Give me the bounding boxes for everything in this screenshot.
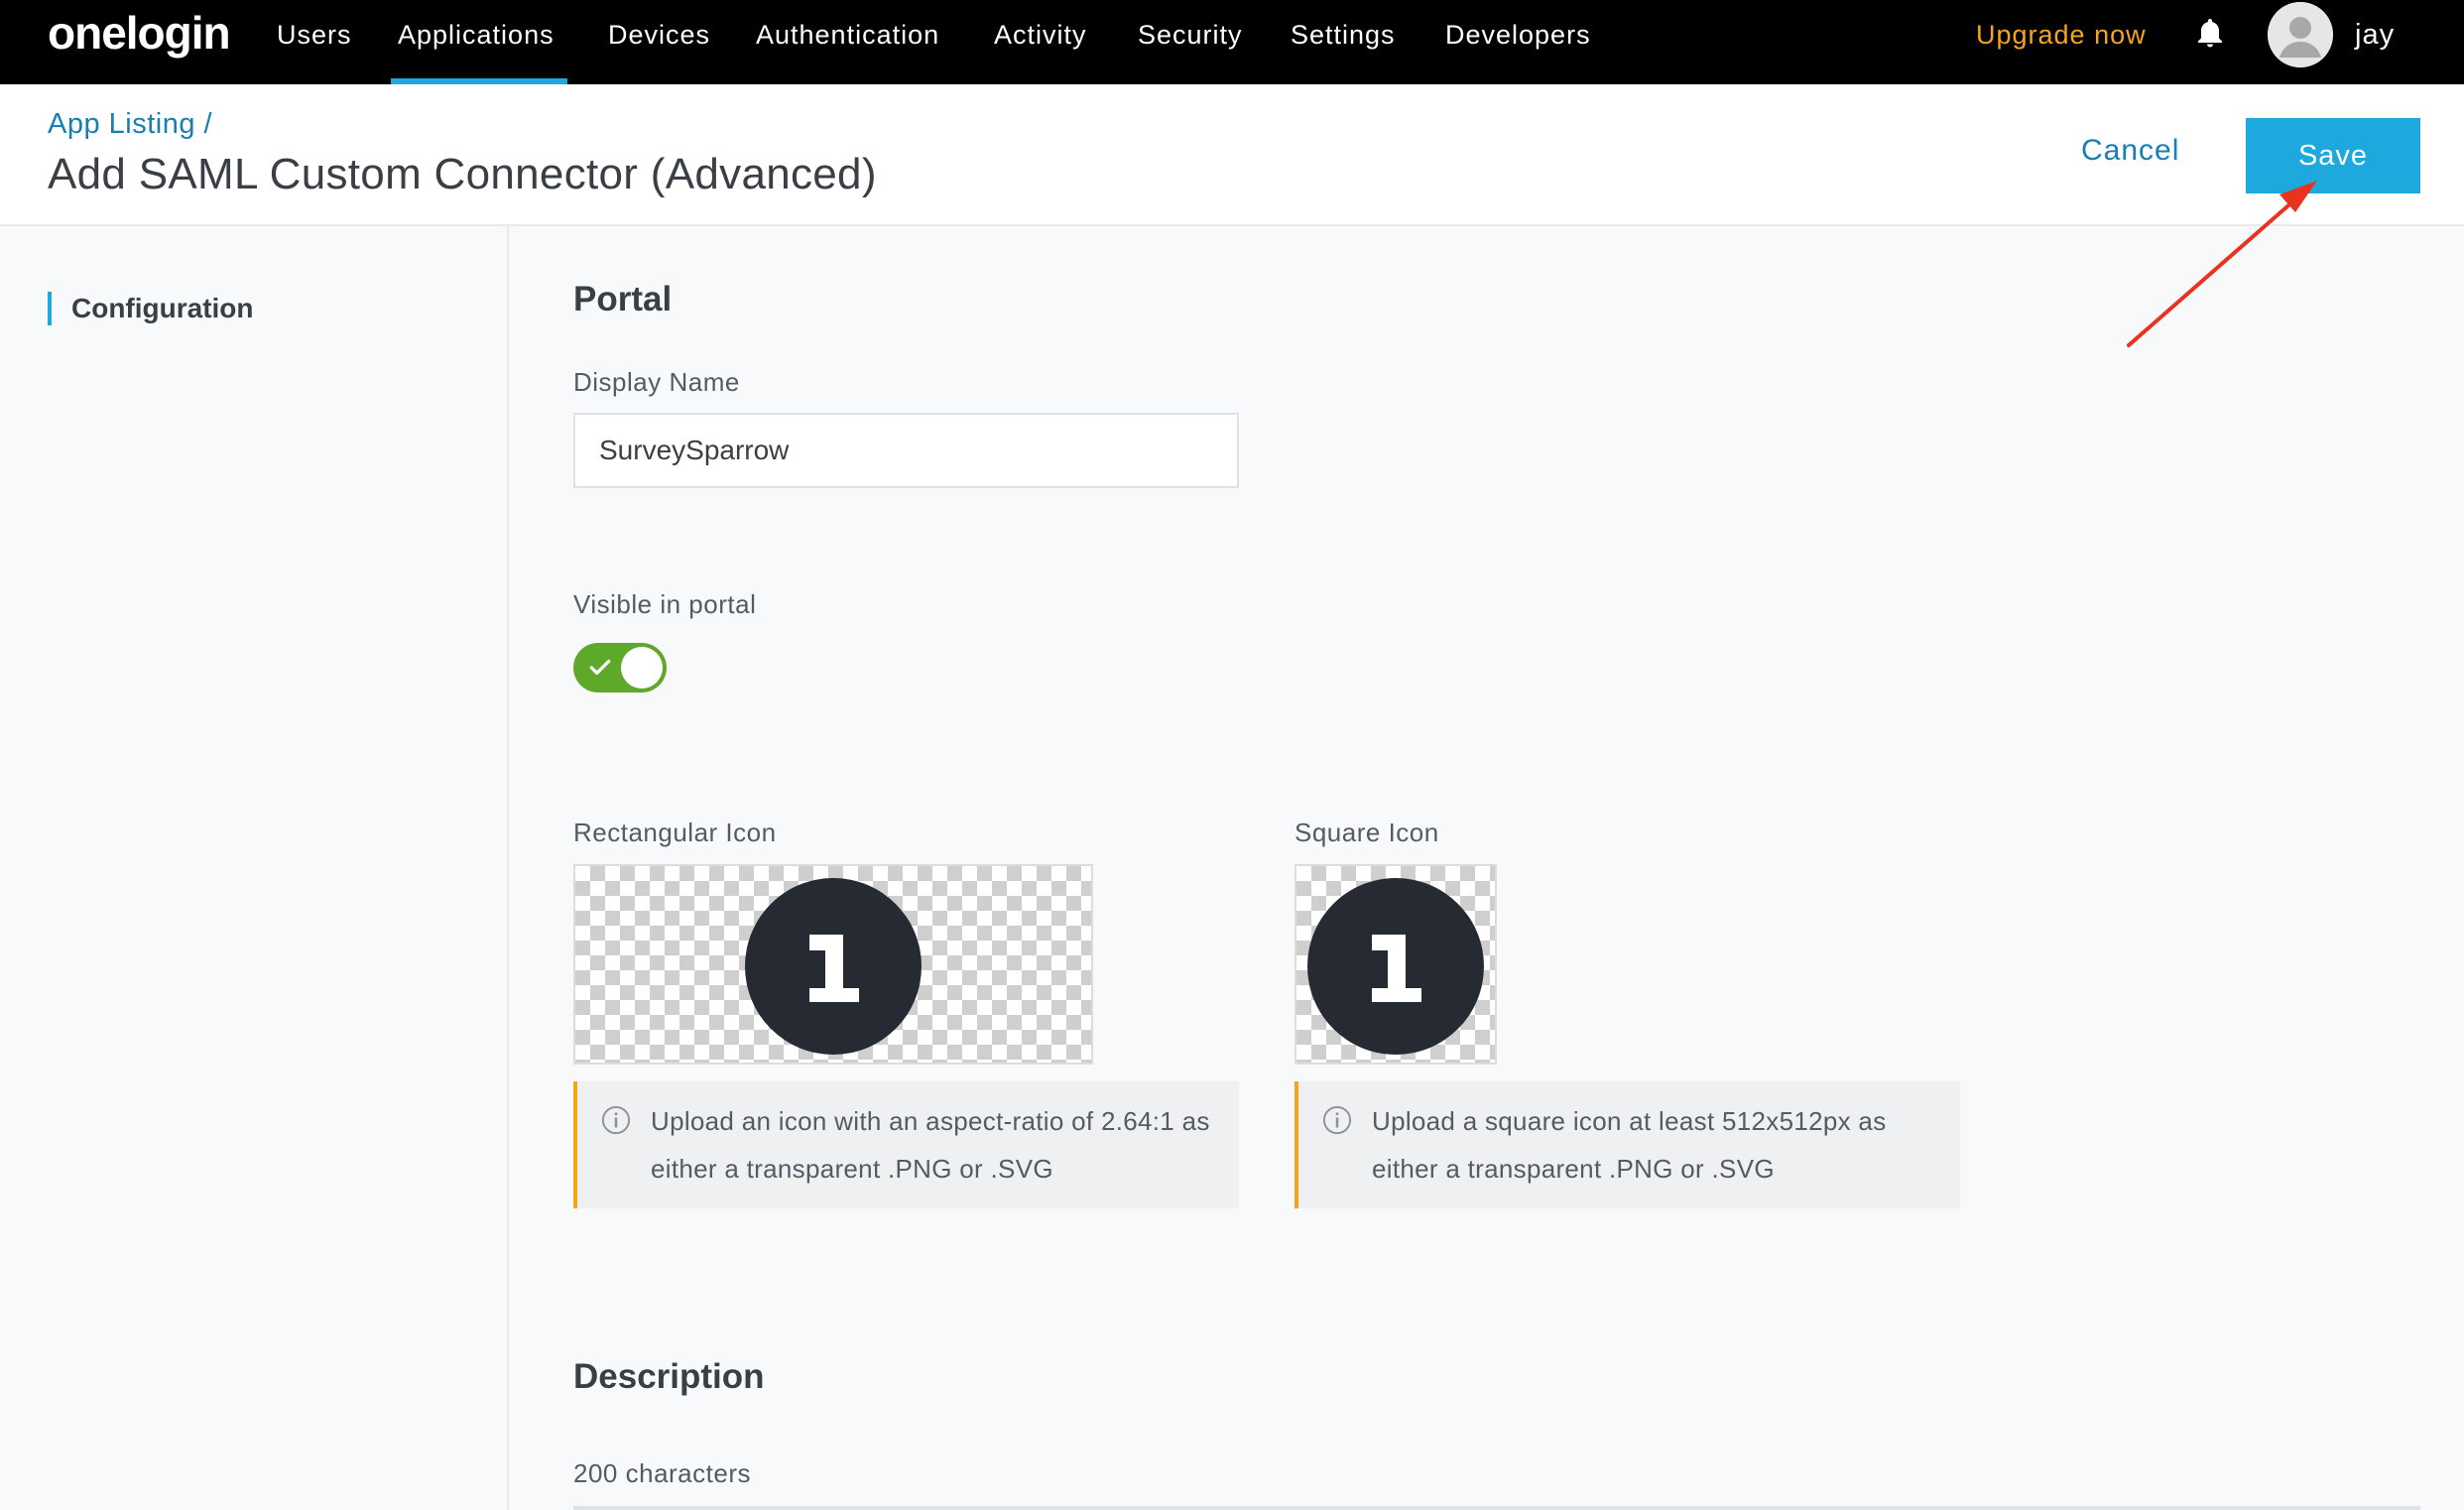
square-icon-hint-text: Upload a square icon at least 512x512px … [1372, 1106, 1887, 1184]
annotation-arrow-icon [2127, 181, 2317, 347]
square-icon-hint: Upload a square icon at least 512x512px … [1294, 1081, 1960, 1208]
breadcrumb-app-listing[interactable]: App Listing / [48, 108, 212, 141]
portal-section-title: Portal [573, 280, 673, 318]
nav-item-security[interactable]: Security [1138, 20, 1243, 50]
nav-item-authentication[interactable]: Authentication [756, 20, 939, 50]
sidebar: Configuration [0, 226, 509, 1510]
display-name-input[interactable] [573, 413, 1239, 488]
display-name-label: Display Name [573, 367, 740, 397]
upgrade-now-link[interactable]: Upgrade now [1976, 20, 2147, 50]
description-section-title: Description [573, 1357, 765, 1396]
square-icon-label: Square Icon [1294, 818, 1439, 847]
toggle-knob [621, 647, 663, 689]
description-char-limit: 200 characters [573, 1458, 751, 1488]
sidebar-item-configuration[interactable]: Configuration [48, 292, 254, 325]
onelogin-app-icon [1307, 878, 1484, 1055]
nav-item-devices[interactable]: Devices [608, 20, 710, 50]
nav-item-settings[interactable]: Settings [1291, 20, 1396, 50]
square-icon-upload[interactable] [1294, 864, 1497, 1065]
user-avatar-icon[interactable] [2268, 2, 2333, 67]
bell-icon[interactable] [2192, 16, 2228, 52]
top-navigation-bar: onelogin Users Applications Devices Auth… [0, 0, 2464, 84]
rectangular-icon-hint: Upload an icon with an aspect-ratio of 2… [573, 1081, 1239, 1208]
nav-item-developers[interactable]: Developers [1445, 20, 1591, 50]
visible-in-portal-label: Visible in portal [573, 589, 757, 619]
info-icon [1322, 1105, 1352, 1135]
cancel-button[interactable]: Cancel [2081, 134, 2179, 168]
page-header: App Listing / Add SAML Custom Connector … [0, 84, 2464, 226]
rectangular-icon-upload[interactable] [573, 864, 1093, 1065]
description-textarea-edge[interactable] [573, 1506, 2420, 1510]
visible-in-portal-toggle[interactable] [573, 643, 667, 692]
info-icon [601, 1105, 631, 1135]
onelogin-app-icon [745, 878, 922, 1055]
nav-item-users[interactable]: Users [277, 20, 352, 50]
onelogin-logo[interactable]: onelogin [48, 10, 231, 56]
rectangular-icon-label: Rectangular Icon [573, 818, 777, 847]
rectangular-icon-hint-text: Upload an icon with an aspect-ratio of 2… [651, 1106, 1210, 1184]
page-title: Add SAML Custom Connector (Advanced) [48, 150, 877, 198]
nav-item-applications[interactable]: Applications [398, 20, 554, 50]
nav-item-activity[interactable]: Activity [994, 20, 1087, 50]
check-icon [589, 659, 611, 676]
user-name[interactable]: jay [2355, 20, 2395, 50]
